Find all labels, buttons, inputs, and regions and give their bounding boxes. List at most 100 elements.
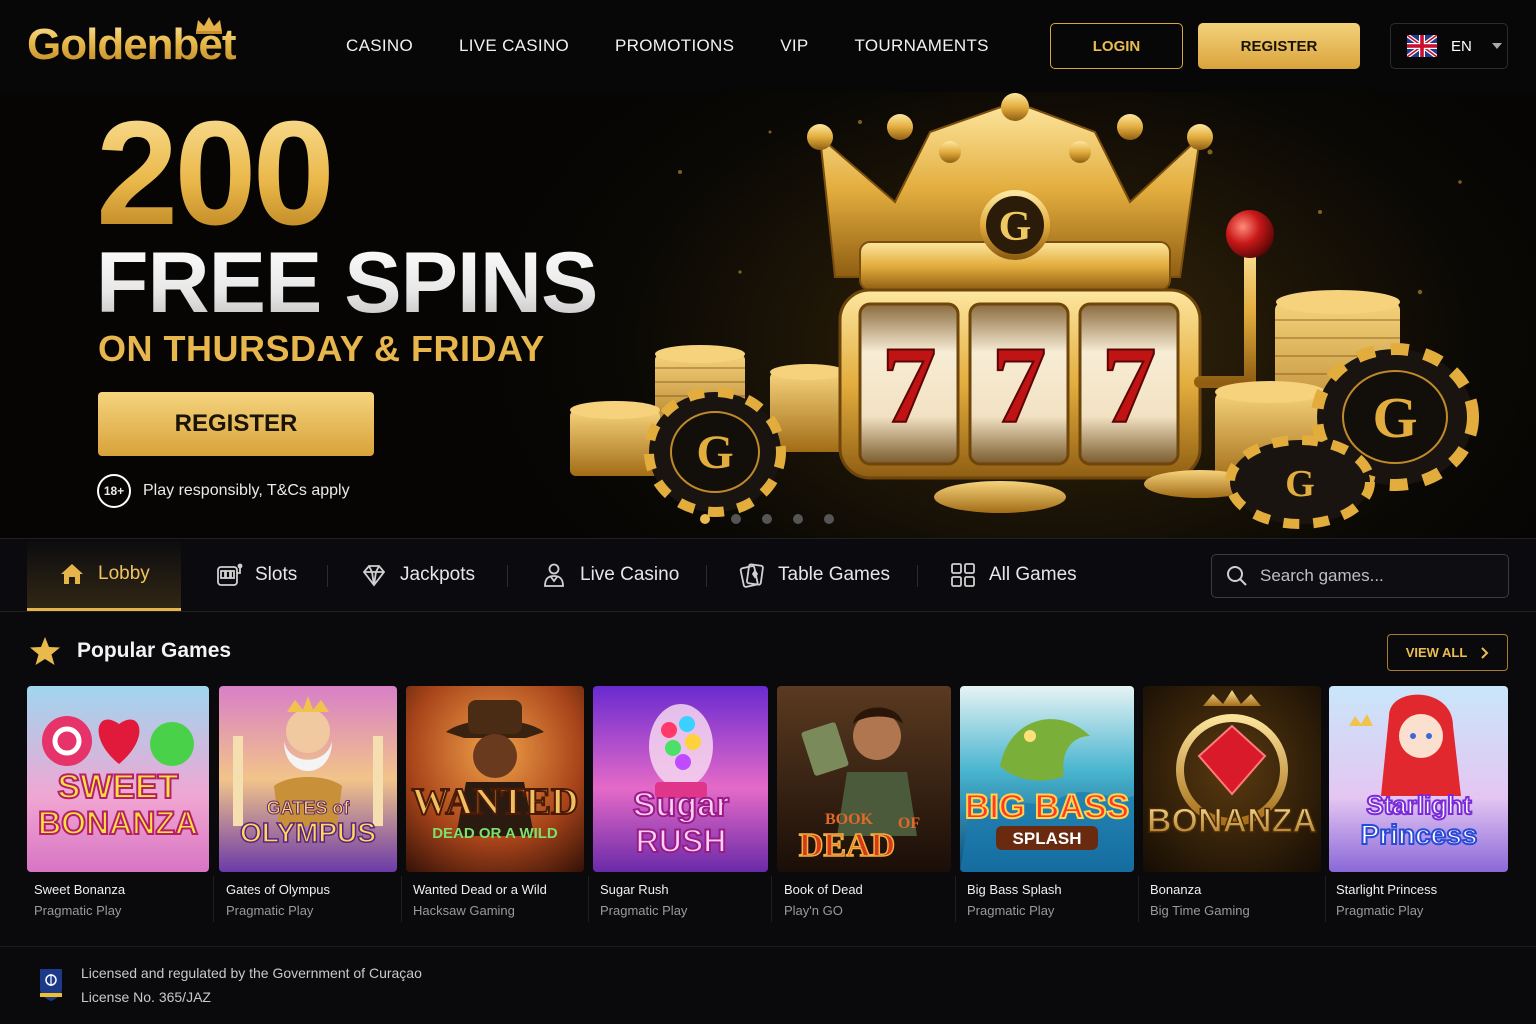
card-divider — [401, 876, 402, 922]
game-card[interactable]: GATES of OLYMPUS Gates of Olympus Pragma… — [219, 686, 397, 926]
category-divider — [706, 565, 707, 587]
svg-text:OF: OF — [898, 815, 920, 832]
game-art-text: BOOK — [825, 811, 874, 828]
hero-amount: 200 — [96, 92, 335, 256]
hero-slot-machine-illustration: G G 777 G G — [570, 93, 1479, 529]
responsible-gaming-note: 18+ Play responsibly, T&Cs apply — [97, 474, 350, 508]
category-label-slots: Slots — [255, 564, 298, 585]
game-thumbnail[interactable]: BOOK OF DEAD — [777, 686, 951, 872]
game-title: Starlight Princess — [1336, 882, 1438, 897]
category-label-live-casino: Live Casino — [580, 564, 680, 585]
svg-text:G: G — [696, 426, 733, 479]
card-divider — [771, 876, 772, 922]
view-all-button[interactable]: VIEW ALL — [1387, 634, 1508, 671]
carousel-dot-5[interactable] — [824, 514, 834, 524]
category-tab-all-games[interactable]: All Games — [949, 539, 1077, 611]
game-title: Sweet Bonanza — [34, 882, 126, 897]
popular-games-title: Popular Games — [77, 639, 232, 662]
nav-item-live-casino[interactable]: LIVE CASINO — [459, 36, 569, 56]
carousel-dot-4[interactable] — [793, 514, 803, 524]
nav-item-vip[interactable]: VIP — [780, 36, 808, 56]
carousel-dot-3[interactable] — [762, 514, 772, 524]
game-thumbnail[interactable]: GATES of OLYMPUS — [219, 686, 397, 872]
search-icon — [1227, 566, 1247, 586]
license-number: License No. 365/JAZ — [81, 989, 211, 1005]
cards-icon — [739, 563, 764, 588]
card-divider — [1325, 876, 1326, 922]
svg-text:OLYMPUS: OLYMPUS — [240, 817, 376, 848]
nav-item-promotions[interactable]: PROMOTIONS — [615, 36, 734, 56]
grid-icon — [951, 563, 975, 587]
game-title: Sugar Rush — [600, 882, 669, 897]
login-button[interactable]: LOGIN — [1050, 23, 1183, 69]
view-all-label: VIEW ALL — [1405, 645, 1468, 660]
category-tab-slots[interactable]: Slots — [215, 539, 297, 611]
game-art-text: BONANZA — [1147, 802, 1317, 840]
register-button[interactable]: REGISTER — [1198, 23, 1360, 69]
game-thumbnail[interactable]: WANTED DEAD OR A WILD — [406, 686, 584, 872]
svg-text:G: G — [999, 204, 1032, 250]
game-provider: Hacksaw Gaming — [413, 903, 515, 918]
dealer-icon — [544, 563, 564, 587]
game-provider: Pragmatic Play — [1336, 903, 1424, 918]
site-header: Goldenbet CASINO LIVE CASINO PROMOTIONS … — [0, 0, 1536, 92]
hero-subtitle: ON THURSDAY & FRIDAY — [98, 328, 545, 369]
site-footer: Licensed and regulated by the Government… — [0, 946, 1536, 1024]
card-divider — [955, 876, 956, 922]
game-title: Gates of Olympus — [226, 882, 331, 897]
svg-text:BONANZA: BONANZA — [38, 805, 198, 841]
game-card[interactable]: BIG BASS SPLASH Big Bass Splash Pragmati… — [960, 686, 1134, 926]
home-icon — [61, 563, 83, 584]
category-label-jackpots: Jackpots — [400, 564, 475, 585]
game-title: Bonanza — [1150, 882, 1202, 897]
game-card[interactable]: WANTED DEAD OR A WILD Wanted Dead or a W… — [406, 686, 584, 926]
game-thumbnail[interactable]: BONANZA — [1143, 686, 1321, 872]
svg-text:Princess: Princess — [1361, 819, 1478, 850]
nav-item-casino[interactable]: CASINO — [346, 36, 413, 56]
terms-note: Play responsibly, T&Cs apply — [143, 482, 350, 499]
game-thumbnail[interactable]: SWEET BONANZA — [27, 686, 209, 872]
category-label-lobby: Lobby — [98, 562, 150, 584]
game-art-text: WANTED — [412, 781, 579, 823]
game-card[interactable]: BONANZA Bonanza Big Time Gaming — [1143, 686, 1321, 926]
carousel-dot-1[interactable] — [700, 514, 710, 524]
search-input[interactable] — [1260, 566, 1490, 586]
game-provider: Pragmatic Play — [967, 903, 1055, 918]
star-icon — [30, 637, 60, 665]
search-box[interactable] — [1211, 554, 1509, 598]
game-card[interactable]: BOOK OF DEAD Book of Dead Play'n GO — [777, 686, 951, 926]
game-provider: Play'n GO — [784, 903, 843, 918]
category-tab-jackpots[interactable]: Jackpots — [360, 539, 475, 611]
svg-text:DEAD: DEAD — [799, 827, 895, 864]
game-title: Book of Dead — [784, 882, 863, 897]
game-provider: Pragmatic Play — [226, 903, 314, 918]
language-selector[interactable]: EN — [1390, 23, 1508, 69]
carousel-dot-2[interactable] — [731, 514, 741, 524]
game-thumbnail[interactable]: Sugar RUSH — [593, 686, 768, 872]
game-thumbnail[interactable]: Starlight Princess — [1329, 686, 1508, 872]
category-tab-table-games[interactable]: Table Games — [738, 539, 890, 611]
category-tab-lobby[interactable]: Lobby — [27, 539, 181, 611]
game-provider: Big Time Gaming — [1150, 903, 1250, 918]
hero-banner[interactable]: G G 777 G G 200 FREE SPINS ON THURSDAY &… — [0, 92, 1536, 538]
svg-text:7: 7 — [1102, 324, 1157, 446]
chevron-down-icon — [1491, 43, 1502, 49]
nav-item-tournaments[interactable]: TOURNAMENTS — [855, 36, 989, 56]
svg-text:RUSH: RUSH — [636, 823, 727, 859]
hero-register-button[interactable]: REGISTER — [98, 392, 374, 456]
game-thumbnail[interactable]: BIG BASS SPLASH — [960, 686, 1134, 872]
game-card[interactable]: Sugar RUSH Sugar Rush Pragmatic Play — [593, 686, 768, 926]
game-title: Big Bass Splash — [967, 882, 1062, 897]
language-code: EN — [1451, 37, 1472, 55]
crown-icon — [196, 17, 222, 34]
curacao-seal-icon[interactable] — [38, 967, 64, 1003]
game-art-text: BIG BASS — [965, 788, 1129, 826]
game-card[interactable]: SWEET BONANZA Sweet Bonanza Pragmatic Pl… — [27, 686, 209, 926]
game-title: Wanted Dead or a Wild — [413, 882, 547, 897]
game-card[interactable]: Starlight Princess Starlight Princess Pr… — [1329, 686, 1508, 926]
category-tab-live-casino[interactable]: Live Casino — [540, 539, 679, 611]
age-18-badge: 18+ — [97, 474, 131, 508]
svg-text:SPLASH: SPLASH — [1013, 829, 1082, 848]
license-text: Licensed and regulated by the Government… — [81, 965, 422, 981]
brand-logo[interactable]: Goldenbet — [27, 17, 237, 70]
